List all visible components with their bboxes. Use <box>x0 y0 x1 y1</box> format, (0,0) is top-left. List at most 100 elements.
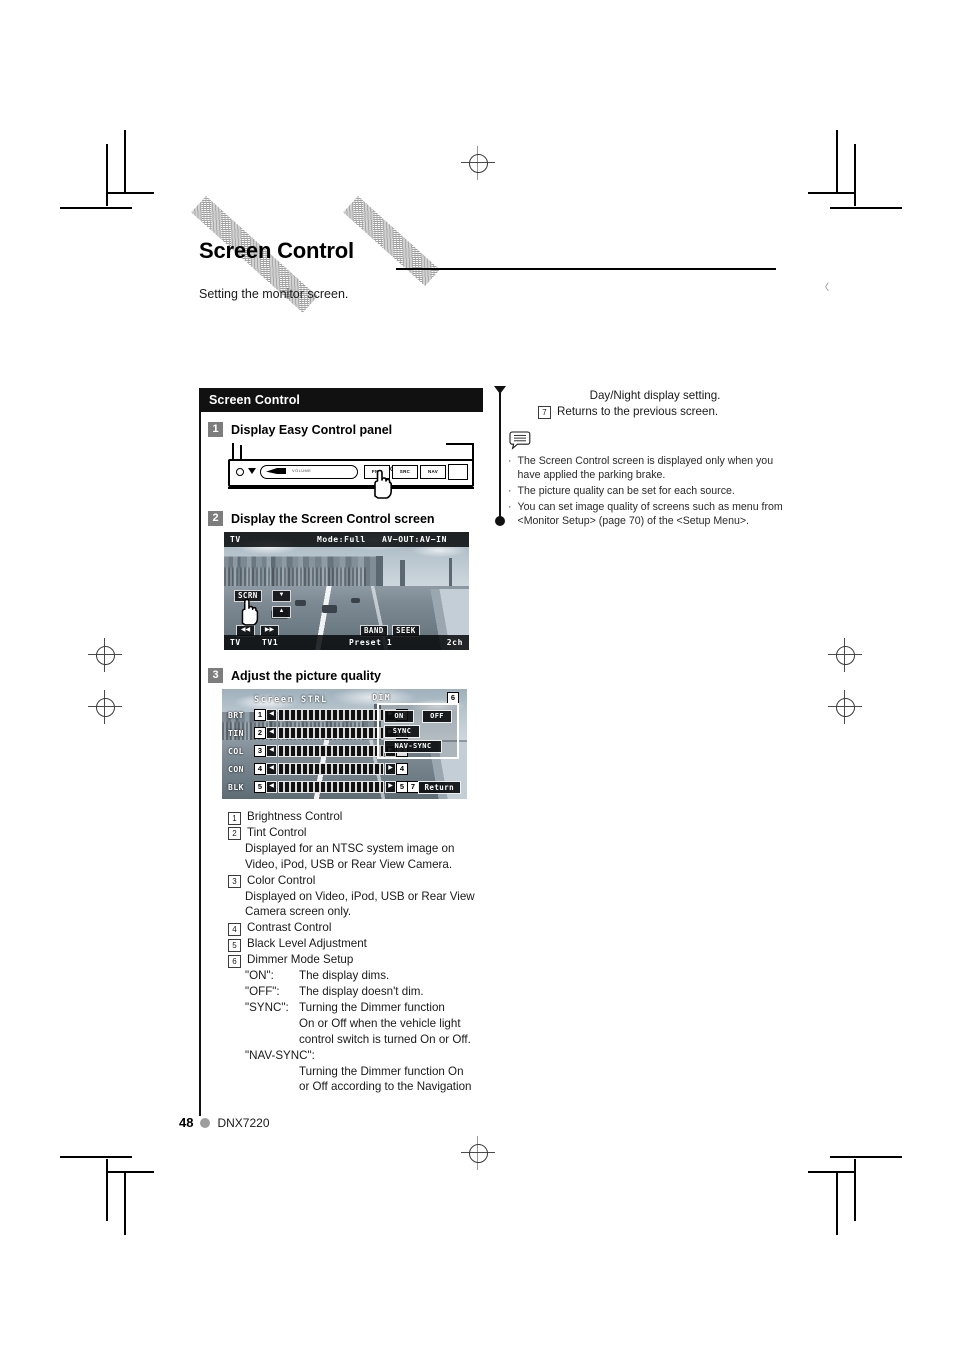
registration-mark-left-lower <box>88 690 122 724</box>
header-rule <box>396 268 776 270</box>
legend-text-1: Brightness Control <box>247 810 343 823</box>
dim-off-button[interactable]: OFF <box>422 710 452 723</box>
model-name: DNX7220 <box>217 1115 270 1130</box>
contrast-slider-track[interactable] <box>278 763 384 775</box>
return-button[interactable]: Return <box>417 781 461 794</box>
legend-text-3-sub1: Displayed on Video, iPod, USB or Rear Vi… <box>245 889 475 903</box>
step-3: 3 Adjust the picture quality <box>208 668 483 683</box>
contrast-increase-button[interactable]: ▶ <box>385 763 396 775</box>
car <box>295 600 307 607</box>
faceplate-display-slot <box>448 464 468 480</box>
slider-tint-label: TIN <box>228 728 244 738</box>
dim-on-button[interactable]: ON <box>384 710 414 723</box>
legend-item-2: 2 Tint Control <box>228 825 483 841</box>
screen-control-screenshot: Screen STRL BRT 1 ◀ ▶ 1 TIN 2 ◀ ▶ 2 COL … <box>222 689 467 799</box>
legend-text-2-sub1: Displayed for an NTSC system image on <box>245 841 455 855</box>
tv-osd-bottom-bar: TV TV1 Preset 1 2ch <box>224 635 469 650</box>
faceplate-reset-knob[interactable] <box>236 468 244 476</box>
tv-bottom-band: TV1 <box>262 638 279 647</box>
faceplate-open-icon[interactable] <box>248 468 256 474</box>
car <box>322 605 337 614</box>
faceplate-base-line <box>228 487 474 489</box>
crop-mark-bottom-left <box>60 1145 154 1235</box>
step-2-label: Display the Screen Control screen <box>231 511 435 526</box>
legend-item-6: 6 Dimmer Mode Setup <box>228 952 483 968</box>
registration-mark-right-lower <box>828 690 862 724</box>
registration-mark-left-upper <box>88 638 122 672</box>
hand-pointer-icon <box>236 598 260 626</box>
callout-3: 3 <box>254 745 266 757</box>
legend-item-3: 3 Color Control <box>228 873 483 889</box>
note-bubble-icon <box>508 430 532 450</box>
slider-color-label: COL <box>228 746 244 756</box>
registration-mark-bottom <box>461 1136 495 1170</box>
chevron-up-icon[interactable]: ▲ <box>272 606 291 618</box>
dim-option-navsync-value-2: or Off according to the Navigation <box>299 1080 472 1094</box>
dim-option-navsync-value-1: Turning the Dimmer function On <box>299 1064 464 1078</box>
note-text-3: You can set image quality of screens suc… <box>517 500 783 528</box>
registration-mark-top <box>461 146 495 180</box>
tint-decrease-button[interactable]: ◀ <box>266 727 277 739</box>
faceplate-src-button[interactable]: SRC <box>392 465 418 479</box>
slider-contrast[interactable]: CON 4 ◀ ▶ 4 <box>228 763 408 775</box>
slider-black-level[interactable]: BLK 5 ◀ ▶ 5 <box>228 781 408 793</box>
dim-panel: ON OFF SYNC NAV-SYNC <box>377 703 459 759</box>
step-3-number: 3 <box>208 668 223 683</box>
legend-text-2-sub2: Video, iPod, USB or Rear View Camera. <box>245 857 453 871</box>
dim-option-on-key: "ON": <box>245 969 274 983</box>
dim-navsync-button[interactable]: NAV-SYNC <box>384 740 442 753</box>
legend-number-4: 4 <box>228 922 241 936</box>
continued-line: Day/Night display setting. <box>589 389 721 402</box>
dim-option-sync-value-2: On or Off when the vehicle light <box>299 1016 461 1030</box>
page-subtitle: Setting the monitor screen. <box>199 287 349 301</box>
tv-mode-label: Mode:Full <box>317 535 366 544</box>
contrast-decrease-button[interactable]: ◀ <box>266 763 277 775</box>
step-2-number: 2 <box>208 511 223 526</box>
dim-option-sync: "SYNC": Turning the Dimmer function <box>245 1000 483 1016</box>
legend-text-7: Returns to the previous screen. <box>557 404 719 418</box>
black-level-increase-button[interactable]: ▶ <box>385 781 396 793</box>
page-title: Screen Control <box>199 238 354 263</box>
black-level-decrease-button[interactable]: ◀ <box>266 781 277 793</box>
legend-number-2: 2 <box>228 827 241 841</box>
press-mark: 〈 <box>820 282 830 292</box>
hand-pointer-icon <box>368 469 394 499</box>
tv-bottom-channel: 2ch <box>446 638 463 647</box>
legend-number-3: 3 <box>228 875 241 889</box>
note-bullet: · <box>508 485 512 497</box>
dim-option-sync-value-1: Turning the Dimmer function <box>299 1000 445 1014</box>
legend-item-5: 5 Black Level Adjustment <box>228 936 483 952</box>
dim-option-sync-key: "SYNC": <box>245 1000 289 1014</box>
tv-source-label: TV <box>230 535 241 544</box>
callout-4: 4 <box>254 763 266 775</box>
legend-number-7: 7 <box>538 406 551 420</box>
brightness-slider-track[interactable] <box>278 709 384 721</box>
dim-option-navsync-key: "NAV-SYNC": <box>245 1048 315 1062</box>
callout-1: 1 <box>254 709 266 721</box>
dim-option-off-key: "OFF": <box>245 984 280 998</box>
color-slider-track[interactable] <box>278 745 384 757</box>
note-item: · The picture quality can be set for eac… <box>508 484 788 499</box>
right-column: Day/Night display setting. 7 Returns to … <box>508 388 788 530</box>
step-1: 1 Display Easy Control panel <box>208 422 483 437</box>
legend-item-7: 7 Returns to the previous screen. <box>538 404 788 420</box>
manual-page: Screen Control Setting the monitor scree… <box>0 0 954 1350</box>
legend-list: 1 Brightness Control 2 Tint Control Disp… <box>228 809 483 1095</box>
step-1-label: Display Easy Control panel <box>231 422 393 437</box>
dim-sync-button[interactable]: SYNC <box>384 725 420 738</box>
notes-list: · The Screen Control screen is displayed… <box>508 454 788 529</box>
legend-item-1: 1 Brightness Control <box>228 809 483 825</box>
note-bullet: · <box>508 500 512 513</box>
brightness-decrease-button[interactable]: ◀ <box>266 709 277 721</box>
tint-slider-track[interactable] <box>278 727 384 739</box>
legend-number-6: 6 <box>228 954 241 968</box>
step-1-number: 1 <box>208 422 223 437</box>
faceplate-nav-button[interactable]: NAV <box>420 465 446 479</box>
color-decrease-button[interactable]: ◀ <box>266 745 277 757</box>
callout-5: 5 <box>254 781 266 793</box>
decorative-hatch-band-right <box>343 196 440 286</box>
note-text-2: The picture quality can be set for each … <box>517 485 735 497</box>
tv-osd-top-bar: TV Mode:Full AV−OUT:AV−IN <box>224 532 469 547</box>
chevron-down-icon[interactable]: ▼ <box>272 590 291 602</box>
black-level-slider-track[interactable] <box>278 781 384 793</box>
